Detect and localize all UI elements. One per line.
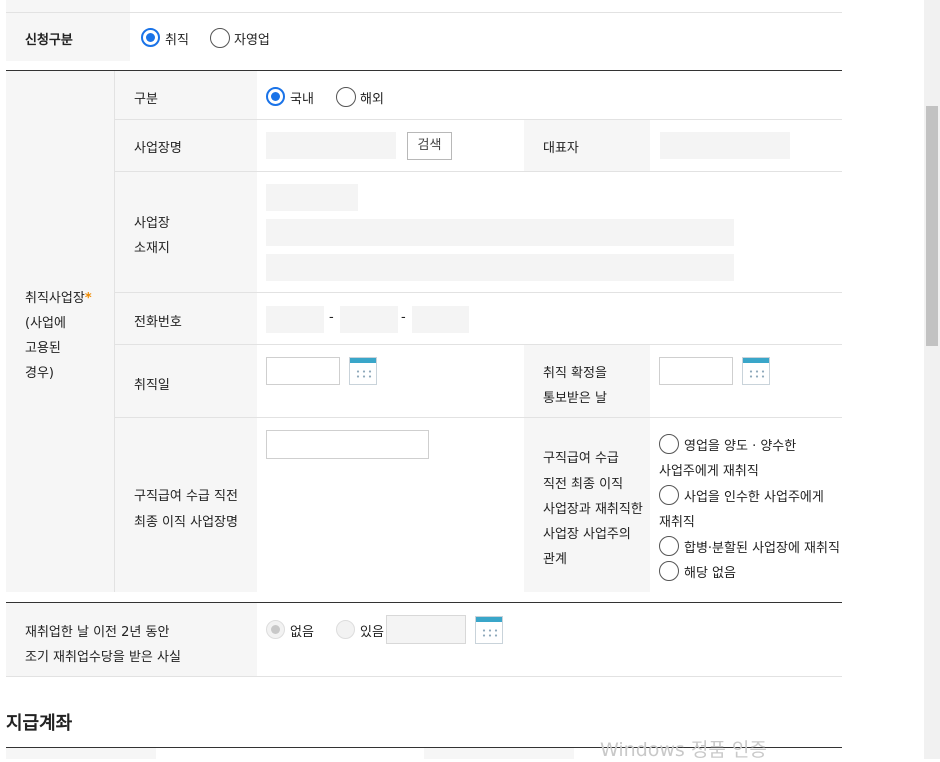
confirm-date-label-2: 통보받은 날 bbox=[543, 391, 607, 406]
relation-label-1: 구직급여 수급 bbox=[543, 451, 619, 466]
radio-early-allowance-none-label: 없음 bbox=[290, 625, 314, 640]
radio-domestic-label: 국내 bbox=[290, 92, 314, 107]
relation-option-3-line-1: 합병·분할된 사업장에 재취직 bbox=[684, 541, 840, 556]
relation-label-4: 사업장 사업주의 bbox=[543, 527, 631, 542]
last-workplace-label-1: 구직급여 수급 직전 bbox=[134, 489, 238, 504]
workplace-section-note-3: 경우) bbox=[25, 366, 54, 381]
workplace-name-label: 사업장명 bbox=[134, 141, 182, 156]
payment-account-label-cell bbox=[6, 748, 156, 759]
application-type-label: 신청구분 bbox=[25, 33, 73, 48]
phone-input-3[interactable] bbox=[412, 306, 469, 333]
representative-label: 대표자 bbox=[543, 141, 579, 156]
calendar-icon[interactable] bbox=[475, 616, 503, 644]
relation-label-5: 관계 bbox=[543, 552, 567, 567]
required-mark: * bbox=[84, 291, 92, 306]
last-workplace-label-2: 최종 이직 사업장명 bbox=[134, 515, 238, 530]
workplace-section-label-cell bbox=[6, 71, 114, 592]
confirm-date-label-1: 취직 확정을 bbox=[543, 366, 607, 381]
phone-separator: - bbox=[329, 310, 334, 325]
address-label-cell bbox=[115, 172, 257, 292]
radio-overseas-label: 해외 bbox=[360, 92, 384, 107]
zipcode-input[interactable] bbox=[266, 184, 358, 211]
address-input[interactable] bbox=[266, 219, 734, 246]
employment-date-label: 취직일 bbox=[134, 378, 170, 393]
radio-relation-transfer[interactable] bbox=[659, 434, 679, 454]
activation-watermark: Windows 정품 인증 bbox=[600, 739, 767, 761]
representative-input[interactable] bbox=[660, 132, 790, 159]
radio-employment[interactable] bbox=[141, 28, 160, 47]
address-label-1: 사업장 bbox=[134, 216, 170, 231]
payment-account-heading: 지급계좌 bbox=[6, 713, 73, 734]
workplace-section-label: 취직사업장* bbox=[25, 291, 92, 306]
workplace-name-input[interactable] bbox=[266, 132, 396, 159]
relation-option-4-line-1: 해당 없음 bbox=[684, 566, 736, 581]
early-allowance-label-1: 재취업한 날 이전 2년 동안 bbox=[25, 625, 170, 640]
calendar-icon[interactable] bbox=[742, 357, 770, 385]
divider bbox=[6, 12, 842, 13]
payment-account-label-cell bbox=[424, 748, 574, 759]
address-detail-input[interactable] bbox=[266, 254, 734, 281]
phone-label: 전화번호 bbox=[134, 315, 182, 330]
last-workplace-label-cell bbox=[115, 418, 257, 592]
relation-label-3: 사업장과 재취직한 bbox=[543, 502, 643, 517]
confirm-date-label-cell bbox=[524, 345, 650, 417]
division-label: 구분 bbox=[134, 92, 158, 107]
address-label-2: 소재지 bbox=[134, 241, 170, 256]
early-allowance-label-2: 조기 재취업수당을 받은 사실 bbox=[25, 650, 181, 665]
relation-option-1-line-1: 영업을 양도 · 양수한 bbox=[684, 439, 797, 454]
confirm-date-input[interactable] bbox=[659, 357, 733, 385]
early-allowance-date-input[interactable] bbox=[386, 615, 466, 644]
radio-overseas[interactable] bbox=[336, 87, 356, 107]
workplace-section-note-2: 고용된 bbox=[25, 341, 61, 356]
relation-option-2-line-2: 재취직 bbox=[659, 515, 695, 530]
scrollbar-thumb[interactable] bbox=[926, 106, 938, 346]
radio-early-allowance-yes-label: 있음 bbox=[360, 625, 384, 640]
phone-input-2[interactable] bbox=[340, 306, 398, 333]
last-workplace-input[interactable] bbox=[266, 430, 429, 459]
radio-relation-acquisition[interactable] bbox=[659, 485, 679, 505]
radio-early-allowance-yes[interactable] bbox=[336, 620, 355, 639]
relation-option-2-line-1: 사업을 인수한 사업주에게 bbox=[684, 490, 824, 505]
phone-input-1[interactable] bbox=[266, 306, 324, 333]
radio-self-employed-label: 자영업 bbox=[234, 33, 270, 48]
search-button[interactable]: 검색 bbox=[407, 132, 452, 160]
radio-relation-none[interactable] bbox=[659, 561, 679, 581]
radio-early-allowance-none[interactable] bbox=[266, 620, 285, 639]
divider bbox=[6, 676, 842, 677]
phone-separator: - bbox=[401, 310, 406, 325]
workplace-section-note-1: (사업에 bbox=[25, 316, 66, 331]
calendar-icon[interactable] bbox=[349, 357, 377, 385]
relation-label-2: 직전 최종 이직 bbox=[543, 477, 624, 492]
radio-relation-merger[interactable] bbox=[659, 536, 679, 556]
employment-date-input[interactable] bbox=[266, 357, 340, 385]
radio-domestic[interactable] bbox=[266, 87, 285, 106]
radio-employment-label: 취직 bbox=[165, 33, 189, 48]
relation-option-1-line-2: 사업주에게 재취직 bbox=[659, 464, 759, 479]
radio-self-employed[interactable] bbox=[210, 28, 230, 48]
